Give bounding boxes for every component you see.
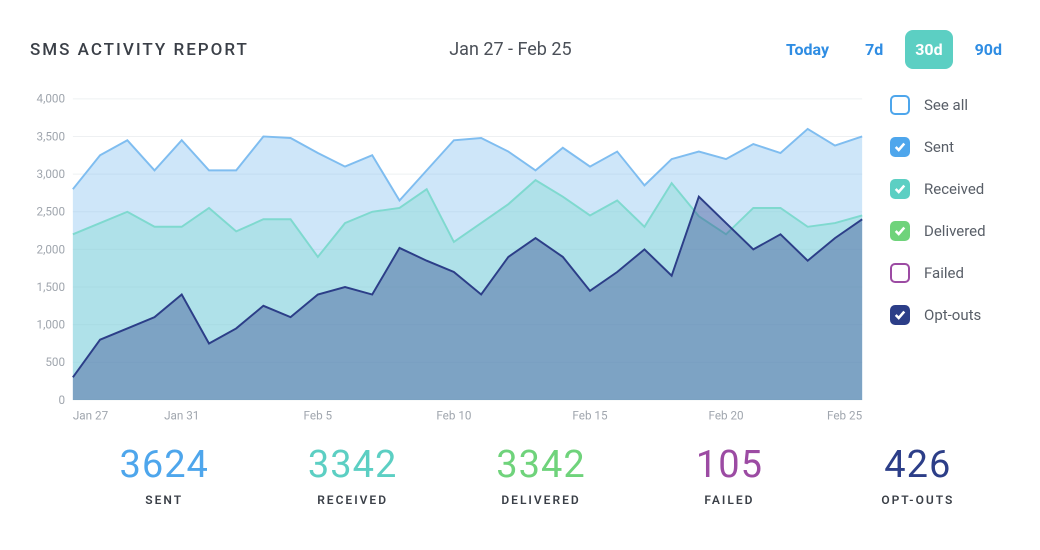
legend-label-received: Received (924, 180, 984, 198)
y-tick-label: 4,000 (37, 92, 66, 106)
stat-label-failed: FAILED (635, 493, 823, 507)
legend-item-failed[interactable]: Failed (890, 263, 1020, 283)
y-tick-label: 0 (59, 393, 66, 407)
y-tick-label: 3,500 (37, 129, 66, 143)
stat-optouts: 426 OPT-OUTS (824, 443, 1012, 507)
chart-svg: 0 500 1,000 1,500 2,000 2,500 3,000 3,500 4,000 J… (30, 93, 868, 429)
legend-checkbox-delivered[interactable] (890, 221, 910, 241)
legend-checkbox-optouts[interactable] (890, 305, 910, 325)
stat-received: 3342 RECEIVED (258, 443, 446, 507)
range-option-today[interactable]: Today (772, 30, 843, 69)
activity-chart: 0 500 1,000 1,500 2,000 2,500 3,000 3,500 4,000 J… (30, 93, 868, 429)
legend-checkbox-all[interactable] (890, 95, 910, 115)
legend-item-received[interactable]: Received (890, 179, 1020, 199)
x-tick-label: Feb 20 (709, 408, 744, 422)
x-tick-label: Jan 27 (73, 408, 109, 422)
x-tick-label: Jan 31 (164, 408, 199, 422)
y-tick-label: 1,000 (37, 318, 66, 332)
summary-stats: 3624SENT3342RECEIVED3342DELIVERED105FAIL… (30, 443, 1020, 507)
stat-label-sent: SENT (70, 493, 258, 507)
stat-delivered: 3342 DELIVERED (447, 443, 635, 507)
range-option-7d[interactable]: 7d (855, 30, 893, 69)
y-tick-label: 1,500 (37, 280, 66, 294)
x-tick-label: Feb 25 (827, 408, 863, 422)
stat-label-delivered: DELIVERED (447, 493, 635, 507)
x-tick-label: Feb 10 (436, 408, 471, 422)
check-icon (894, 225, 906, 237)
legend-item-all[interactable]: See all (890, 95, 1020, 115)
legend-label-delivered: Delivered (924, 222, 986, 240)
stat-failed: 105 FAILED (635, 443, 823, 507)
date-range-selector: Today 7d 30d 90d (772, 30, 1012, 69)
legend-checkbox-received[interactable] (890, 179, 910, 199)
y-tick-label: 500 (45, 355, 65, 369)
legend-checkbox-failed[interactable] (890, 263, 910, 283)
check-icon (894, 183, 906, 195)
legend-item-optouts[interactable]: Opt-outs (890, 305, 1020, 325)
stat-value-sent: 3624 (70, 443, 258, 487)
y-tick-label: 3,000 (37, 167, 66, 181)
y-tick-label: 2,500 (37, 205, 66, 219)
stat-label-received: RECEIVED (258, 493, 446, 507)
stat-value-received: 3342 (258, 443, 446, 487)
stat-value-delivered: 3342 (447, 443, 635, 487)
legend-checkbox-sent[interactable] (890, 137, 910, 157)
page-title: SMS ACTIVITY REPORT (30, 40, 249, 60)
check-icon (894, 309, 906, 321)
legend-label-failed: Failed (924, 264, 964, 282)
stat-value-failed: 105 (635, 443, 823, 487)
legend-item-sent[interactable]: Sent (890, 137, 1020, 157)
x-tick-label: Feb 5 (304, 408, 333, 422)
x-tick-label: Feb 15 (572, 408, 608, 422)
chart-legend: See all Sent Received Delivered Failed Opt-ou… (890, 93, 1020, 429)
stat-sent: 3624 SENT (70, 443, 258, 507)
stat-label-optouts: OPT-OUTS (824, 493, 1012, 507)
range-option-90d[interactable]: 90d (965, 30, 1012, 69)
stat-value-optouts: 426 (824, 443, 1012, 487)
check-icon (894, 141, 906, 153)
legend-item-delivered[interactable]: Delivered (890, 221, 1020, 241)
date-range-label: Jan 27 - Feb 25 (449, 39, 571, 60)
legend-label-sent: Sent (924, 138, 954, 156)
y-tick-label: 2,000 (37, 242, 66, 256)
range-option-30d[interactable]: 30d (905, 30, 952, 69)
legend-label-all: See all (924, 96, 968, 114)
legend-label-optouts: Opt-outs (924, 306, 981, 324)
